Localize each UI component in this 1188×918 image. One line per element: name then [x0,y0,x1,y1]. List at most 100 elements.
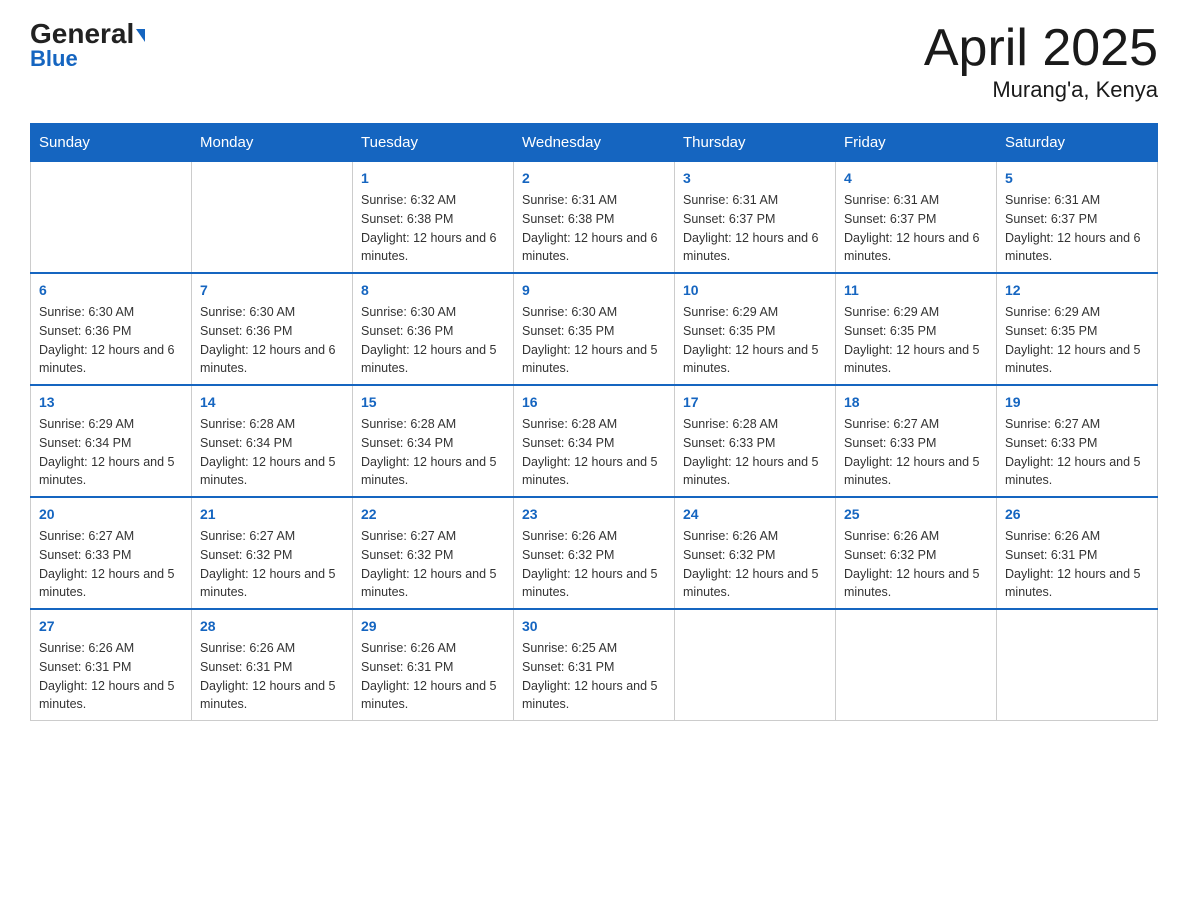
day-number: 22 [361,504,505,525]
table-row [997,609,1158,721]
table-row: 20 Sunrise: 6:27 AMSunset: 6:33 PMDayligh… [31,497,192,609]
logo-blue: Blue [30,46,78,72]
daylight-text: Daylight: 12 hours and 6 minutes. [844,229,988,267]
table-row: 15Sunrise: 6:28 AMSunset: 6:34 PMDayligh… [353,385,514,497]
table-row: 4Sunrise: 6:31 AMSunset: 6:37 PMDaylight… [836,162,997,274]
sunset-text: Sunset: 6:33 PM [39,546,183,565]
day-number: 14 [200,392,344,413]
sunrise-text: Sunrise: 6:28 AM [683,415,827,434]
sunrise-text: Sunrise: 6:28 AM [361,415,505,434]
sunset-text: Sunset: 6:34 PM [361,434,505,453]
sunrise-text: Sunrise: 6:27 AM [200,527,344,546]
title-area: April 2025 Murang'a, Kenya [924,20,1158,103]
day-number: 25 [844,504,988,525]
day-number: 18 [844,392,988,413]
day-number: 27 [39,616,183,637]
table-row: 12Sunrise: 6:29 AMSunset: 6:35 PMDayligh… [997,273,1158,385]
sunset-text: Sunset: 6:31 PM [522,658,666,677]
sunrise-text: Sunrise: 6:28 AM [522,415,666,434]
sunrise-text: Sunrise: 6:29 AM [1005,303,1149,322]
daylight-text: Daylight: 12 hours and 5 minutes. [1005,565,1149,603]
table-row: 5Sunrise: 6:31 AMSunset: 6:37 PMDaylight… [997,162,1158,274]
day-number: 16 [522,392,666,413]
daylight-text: Daylight: 12 hours and 5 minutes. [683,565,827,603]
daylight-text: Daylight: 12 hours and 5 minutes. [39,453,183,491]
day-number: 24 [683,504,827,525]
daylight-text: Daylight: 12 hours and 5 minutes. [39,565,183,603]
table-row: 21Sunrise: 6:27 AMSunset: 6:32 PMDayligh… [192,497,353,609]
calendar-week-row: 20Sunrise: 6:27 AMSunset: 6:33 PMDayligh… [31,497,1158,609]
sunrise-text: Sunrise: 6:26 AM [200,639,344,658]
table-row: 17Sunrise: 6:28 AMSunset: 6:33 PMDayligh… [675,385,836,497]
daylight-text: Daylight: 12 hours and 6 minutes. [1005,229,1149,267]
sunset-text: Sunset: 6:32 PM [683,546,827,565]
table-row: 6Sunrise: 6:30 AMSunset: 6:36 PMDaylight… [31,273,192,385]
sunrise-text: Sunrise: 6:26 AM [361,639,505,658]
sunrise-text: Sunrise: 6:28 AM [200,415,344,434]
sunrise-text: Sunrise: 6:27 AM [1005,415,1149,434]
day-number: 17 [683,392,827,413]
day-number: 13 [39,392,183,413]
daylight-text: Daylight: 12 hours and 6 minutes. [200,341,344,379]
sunset-text: Sunset: 6:37 PM [1005,210,1149,229]
header-wednesday: Wednesday [514,124,675,162]
table-row [836,609,997,721]
daylight-text: Daylight: 12 hours and 5 minutes. [844,341,988,379]
table-row: 25Sunrise: 6:26 AMSunset: 6:32 PMDayligh… [836,497,997,609]
sunset-text: Sunset: 6:33 PM [1005,434,1149,453]
table-row: 16 Sunrise: 6:28 AMSunset: 6:34 PMDayligh… [514,385,675,497]
logo: General Blue [30,20,145,72]
sunset-text: Sunset: 6:35 PM [844,322,988,341]
header-tuesday: Tuesday [353,124,514,162]
daylight-text: Daylight: 12 hours and 5 minutes. [361,341,505,379]
daylight-text: Daylight: 12 hours and 5 minutes. [200,677,344,715]
day-number: 30 [522,616,666,637]
day-number: 10 [683,280,827,301]
table-row: 29Sunrise: 6:26 AMSunset: 6:31 PMDayligh… [353,609,514,721]
daylight-text: Daylight: 12 hours and 5 minutes. [683,341,827,379]
sunset-text: Sunset: 6:31 PM [39,658,183,677]
daylight-text: Daylight: 12 hours and 5 minutes. [1005,341,1149,379]
logo-text: General [30,20,145,48]
day-number: 21 [200,504,344,525]
sunrise-text: Sunrise: 6:29 AM [844,303,988,322]
daylight-text: Daylight: 12 hours and 5 minutes. [522,453,666,491]
table-row: 8Sunrise: 6:30 AMSunset: 6:36 PMDaylight… [353,273,514,385]
sunset-text: Sunset: 6:32 PM [844,546,988,565]
header-monday: Monday [192,124,353,162]
sunset-text: Sunset: 6:36 PM [39,322,183,341]
sunrise-text: Sunrise: 6:27 AM [39,527,183,546]
sunrise-text: Sunrise: 6:31 AM [683,191,827,210]
sunset-text: Sunset: 6:37 PM [844,210,988,229]
sunset-text: Sunset: 6:31 PM [200,658,344,677]
header-sunday: Sunday [31,124,192,162]
sunset-text: Sunset: 6:34 PM [522,434,666,453]
table-row: 27Sunrise: 6:26 AMSunset: 6:31 PMDayligh… [31,609,192,721]
sunset-text: Sunset: 6:37 PM [683,210,827,229]
table-row: 26Sunrise: 6:26 AMSunset: 6:31 PMDayligh… [997,497,1158,609]
sunrise-text: Sunrise: 6:31 AM [844,191,988,210]
sunset-text: Sunset: 6:34 PM [200,434,344,453]
sunrise-text: Sunrise: 6:30 AM [522,303,666,322]
sunrise-text: Sunrise: 6:27 AM [361,527,505,546]
day-number: 20 [39,504,183,525]
sunrise-text: Sunrise: 6:31 AM [1005,191,1149,210]
sunrise-text: Sunrise: 6:25 AM [522,639,666,658]
sunset-text: Sunset: 6:33 PM [844,434,988,453]
day-number: 6 [39,280,183,301]
daylight-text: Daylight: 12 hours and 5 minutes. [522,677,666,715]
sunrise-text: Sunrise: 6:30 AM [39,303,183,322]
day-number: 12 [1005,280,1149,301]
table-row [31,162,192,274]
sunrise-text: Sunrise: 6:26 AM [1005,527,1149,546]
day-number: 1 [361,168,505,189]
daylight-text: Daylight: 12 hours and 6 minutes. [683,229,827,267]
daylight-text: Daylight: 12 hours and 5 minutes. [683,453,827,491]
header-friday: Friday [836,124,997,162]
table-row [192,162,353,274]
logo-arrow-icon [136,29,145,42]
table-row: 13Sunrise: 6:29 AMSunset: 6:34 PMDayligh… [31,385,192,497]
sunrise-text: Sunrise: 6:29 AM [683,303,827,322]
sunset-text: Sunset: 6:38 PM [361,210,505,229]
table-row: 23Sunrise: 6:26 AMSunset: 6:32 PMDayligh… [514,497,675,609]
